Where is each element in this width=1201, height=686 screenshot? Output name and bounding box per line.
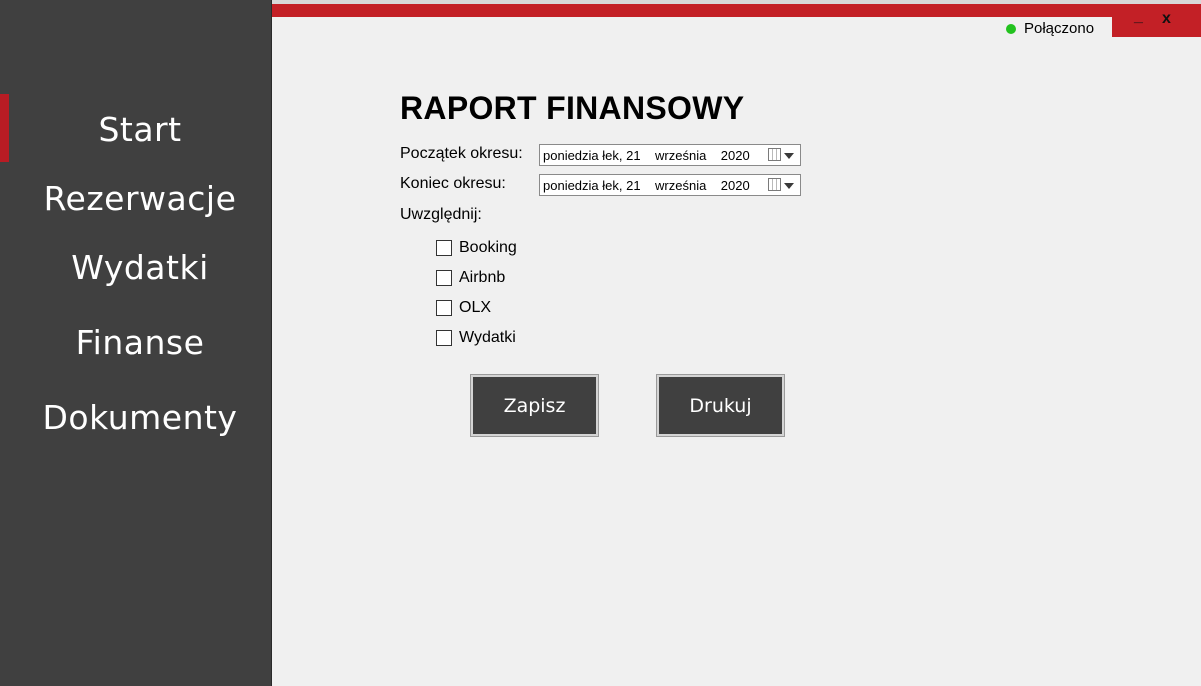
checkbox-label: OLX [459,299,492,316]
end-date-picker[interactable]: poniedzia łek, 21 września 2020 [539,174,801,196]
close-icon[interactable]: x [1162,10,1171,28]
save-button[interactable]: Zapisz [470,374,599,437]
checkbox-label: Wydatki [459,329,516,346]
calendar-icon [768,178,781,191]
checkbox-box[interactable] [436,240,452,256]
start-date-value: poniedzia łek, 21 września 2020 [543,147,750,163]
window-controls: _ x [1112,4,1201,37]
checkbox-booking[interactable]: Booking [436,239,517,257]
checkbox-box[interactable] [436,330,452,346]
sidebar-item-dokumenty[interactable]: Dokumenty [0,398,280,437]
top-accent-bar [272,4,1201,17]
calendar-icon [768,148,781,161]
checkbox-box[interactable] [436,270,452,286]
end-date-value: poniedzia łek, 21 września 2020 [543,177,750,193]
checkbox-airbnb[interactable]: Airbnb [436,269,505,287]
start-date-picker[interactable]: poniedzia łek, 21 września 2020 [539,144,801,166]
page-title: RAPORT FINANSOWY [400,90,745,126]
checkbox-label: Airbnb [459,269,506,286]
checkbox-wydatki[interactable]: Wydatki [436,329,516,347]
status-label: Połączono [1024,20,1095,37]
end-date-label: Koniec okresu: [400,175,506,192]
checkbox-label: Booking [459,239,517,256]
status-dot-icon [1006,23,1016,34]
sidebar-item-rezerwacje[interactable]: Rezerwacje [0,179,280,218]
chevron-down-icon[interactable] [784,183,794,189]
sidebar-item-finanse[interactable]: Finanse [0,323,280,362]
print-button[interactable]: Drukuj [656,374,785,437]
sidebar-item-start[interactable]: Start [0,110,280,149]
sidebar: Start Rezerwacje Wydatki Finanse Dokumen… [0,0,272,686]
checkbox-box[interactable] [436,300,452,316]
checkbox-olx[interactable]: OLX [436,299,491,317]
include-label: Uwzględnij: [400,206,482,223]
connection-status: Połączono [1006,20,1094,37]
start-date-label: Początek okresu: [400,145,523,162]
chevron-down-icon[interactable] [784,153,794,159]
minimize-icon[interactable]: _ [1134,8,1143,26]
sidebar-item-wydatki[interactable]: Wydatki [0,248,280,287]
